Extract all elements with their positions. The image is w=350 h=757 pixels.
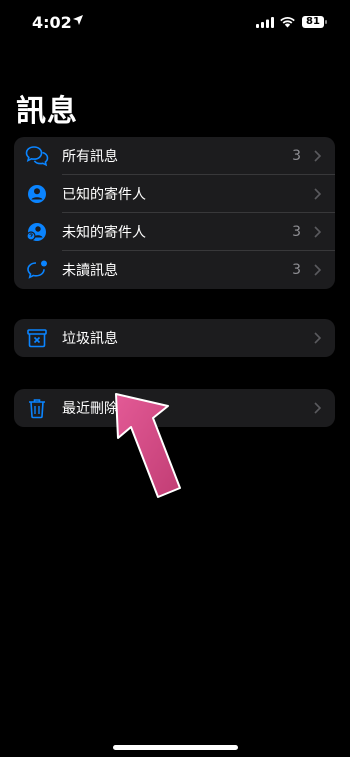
row-label: 垃圾訊息 — [62, 331, 118, 347]
status-bar: 4:02 81 — [0, 0, 350, 44]
row-label: 未知的寄件人 — [62, 225, 146, 241]
trash-icon — [29, 399, 45, 419]
page-title: 訊息 — [16, 94, 78, 129]
unread-bubble-icon — [27, 260, 47, 279]
person-question-icon — [26, 223, 46, 241]
chevron-right-icon — [314, 264, 321, 276]
cellular-signal-icon — [256, 17, 274, 28]
chat-bubbles-icon — [25, 146, 49, 167]
chevron-right-icon — [314, 226, 321, 238]
row-junk[interactable]: 垃圾訊息 — [14, 319, 335, 357]
annotation-arrow-icon — [115, 393, 181, 498]
chevron-right-icon — [314, 332, 321, 344]
battery-tip — [325, 20, 327, 24]
junk-group: 垃圾訊息 — [14, 319, 335, 357]
row-unknown-senders[interactable]: 未知的寄件人 3 — [14, 213, 335, 251]
row-count: 3 — [292, 224, 301, 240]
mailbox-group: 所有訊息 3 已知的寄件人 未知的寄件人 3 未讀訊息 3 — [14, 137, 335, 289]
row-count: 3 — [292, 262, 301, 278]
location-arrow-icon — [73, 15, 83, 25]
junk-tray-icon — [27, 329, 47, 348]
row-known-senders[interactable]: 已知的寄件人 — [14, 175, 335, 213]
chevron-right-icon — [314, 188, 321, 200]
chevron-right-icon — [314, 150, 321, 162]
row-unread-messages[interactable]: 未讀訊息 3 — [14, 251, 335, 289]
person-circle-icon — [28, 185, 46, 203]
battery-indicator: 81 — [302, 16, 324, 28]
row-all-messages[interactable]: 所有訊息 3 — [14, 137, 335, 175]
chevron-right-icon — [314, 402, 321, 414]
row-count: 3 — [292, 148, 301, 164]
wifi-icon — [280, 17, 295, 28]
home-indicator[interactable] — [113, 745, 238, 750]
row-label: 未讀訊息 — [62, 263, 118, 279]
clock: 4:02 — [32, 13, 72, 32]
row-label: 所有訊息 — [62, 149, 118, 165]
row-label: 已知的寄件人 — [62, 187, 146, 203]
